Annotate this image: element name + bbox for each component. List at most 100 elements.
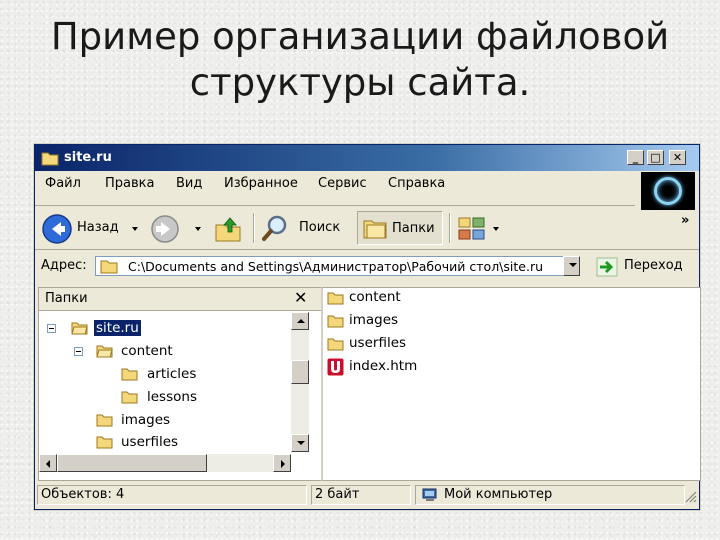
address-bar: Адрес: C:\Documents and Settings\Админис… — [35, 253, 699, 281]
chevron-down-icon — [297, 441, 305, 445]
menu-help[interactable]: Справка — [388, 176, 445, 191]
horizontal-scroll-thumb[interactable] — [57, 454, 207, 472]
resize-grip-icon[interactable] — [685, 491, 697, 503]
go-button-label[interactable]: Переход — [624, 258, 683, 273]
status-bar: Объектов: 4 2 байт Мой компьютер — [35, 483, 699, 507]
collapse-toggle-icon[interactable] — [47, 324, 56, 333]
views-dropdown[interactable] — [493, 227, 499, 231]
toolbar: Назад Поиск Папки » — [35, 209, 699, 247]
folder-open-icon — [96, 345, 113, 358]
status-object-count-text: Объектов: 4 — [41, 487, 125, 502]
toolbar-separator — [449, 213, 451, 243]
file-name: content — [349, 289, 401, 305]
search-icon[interactable] — [261, 214, 289, 242]
folder-icon — [327, 292, 344, 305]
tree-horizontal-scrollbar[interactable] — [39, 454, 291, 472]
address-label: Адрес: — [41, 258, 87, 273]
tree-vertical-scrollbar[interactable] — [291, 312, 309, 452]
status-location: Мой компьютер — [415, 485, 685, 505]
tree-item-label: content — [121, 343, 173, 359]
folder-icon — [41, 152, 59, 166]
tree-item-label: userfiles — [121, 434, 179, 450]
folder-icon — [96, 436, 113, 449]
folders-icon — [363, 220, 387, 239]
address-value: C:\Documents and Settings\Администратор\… — [128, 259, 544, 274]
tree-item-site-ru[interactable]: site.ru — [39, 319, 289, 339]
menu-tools[interactable]: Сервис — [318, 176, 367, 191]
file-name: index.htm — [349, 358, 418, 374]
maximize-button[interactable]: □ — [647, 150, 664, 165]
tree-item-userfiles[interactable]: userfiles — [39, 433, 289, 453]
menu-view[interactable]: Вид — [176, 176, 202, 191]
window-title: site.ru — [64, 150, 112, 165]
folder-open-icon — [71, 322, 88, 335]
toolbar-divider — [35, 249, 699, 250]
back-history-dropdown[interactable] — [132, 227, 138, 231]
tree-item-label: lessons — [147, 389, 197, 405]
tree-item-articles[interactable]: articles — [39, 365, 289, 385]
back-button-label[interactable]: Назад — [77, 220, 119, 235]
slide-title-line-2: структуры сайта. — [189, 61, 531, 104]
status-location-text: Мой компьютер — [444, 487, 553, 502]
scroll-thumb[interactable] — [291, 360, 309, 384]
windows-throbber-logo — [641, 172, 695, 210]
menu-file[interactable]: Файл — [45, 176, 81, 191]
minimize-button[interactable]: _ — [627, 150, 644, 165]
folder-icon — [327, 338, 344, 351]
slide-title-line-1: Пример организации файловой — [50, 15, 670, 58]
forward-history-dropdown[interactable] — [195, 227, 201, 231]
folder-icon — [96, 414, 113, 427]
folder-icon — [100, 260, 118, 274]
folders-button-label: Папки — [392, 221, 435, 236]
tree-item-label: articles — [147, 366, 197, 382]
tree-item-content[interactable]: content — [39, 342, 289, 362]
window-titlebar[interactable]: site.ru _ □ ✕ — [35, 145, 699, 171]
tree-item-label: site.ru — [94, 320, 141, 336]
close-icon[interactable]: ✕ — [294, 288, 307, 307]
go-arrow-icon[interactable] — [596, 257, 618, 277]
menu-favorites[interactable]: Избранное — [224, 176, 298, 191]
tree-item-lessons[interactable]: lessons — [39, 388, 289, 408]
close-button[interactable]: ✕ — [669, 150, 686, 165]
views-icon[interactable] — [457, 216, 487, 242]
chevron-down-icon — [569, 263, 577, 267]
folder-icon — [121, 368, 138, 381]
toolbar-overflow-chevron[interactable]: » — [681, 213, 689, 228]
status-size-text: 2 байт — [315, 487, 360, 502]
my-computer-icon — [422, 488, 437, 501]
scroll-up-button[interactable] — [291, 312, 309, 330]
back-arrow-icon[interactable] — [41, 213, 73, 245]
address-dropdown-button[interactable] — [563, 256, 580, 276]
status-size: 2 байт — [311, 485, 411, 505]
forward-arrow-icon[interactable] — [150, 214, 180, 244]
scroll-left-button[interactable] — [39, 454, 57, 472]
ucoz-html-icon — [327, 358, 344, 376]
chevron-up-icon — [297, 319, 305, 323]
folder-icon — [121, 391, 138, 404]
explorer-window: site.ru _ □ ✕ Файл Правка Вид Избранное … — [34, 144, 701, 510]
menu-bar: Файл Правка Вид Избранное Сервис Справка — [35, 172, 635, 196]
folders-pane-header: Папки ✕ — [39, 288, 322, 311]
menu-edit[interactable]: Правка — [105, 176, 154, 191]
tree-item-images[interactable]: images — [39, 411, 289, 431]
up-folder-icon[interactable] — [213, 215, 243, 243]
address-input[interactable]: C:\Documents and Settings\Администратор\… — [95, 256, 579, 276]
tree-item-label: images — [121, 412, 171, 428]
collapse-toggle-icon[interactable] — [74, 347, 83, 356]
folder-icon — [327, 315, 344, 328]
search-button-label[interactable]: Поиск — [299, 220, 340, 235]
scroll-right-button[interactable] — [273, 454, 291, 472]
menu-divider — [35, 205, 635, 206]
scroll-down-button[interactable] — [291, 434, 309, 452]
folders-pane-title: Папки — [45, 291, 88, 306]
folders-pane: Папки ✕ site.ru content articles lessons… — [38, 287, 323, 481]
folders-toggle-button[interactable]: Папки — [357, 211, 443, 245]
file-name: userfiles — [349, 335, 407, 351]
status-object-count: Объектов: 4 — [37, 485, 307, 505]
chevron-left-icon — [46, 460, 50, 468]
chevron-right-icon — [281, 460, 285, 468]
toolbar-separator — [253, 213, 255, 243]
file-list-pane: content images userfiles index.htm — [321, 287, 701, 481]
throbber-ring-icon — [654, 177, 682, 205]
file-name: images — [349, 312, 399, 328]
